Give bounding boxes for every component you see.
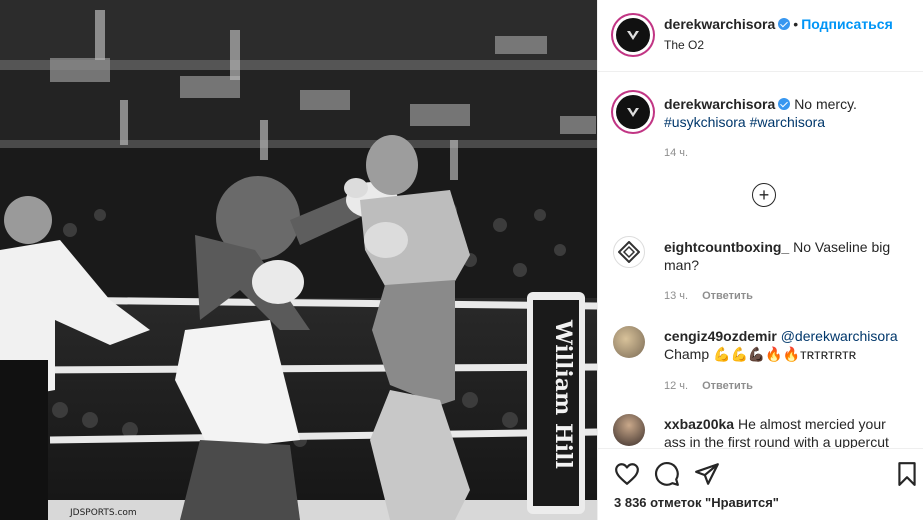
commenter-avatar[interactable] (613, 326, 645, 358)
header-line: derekwarchisora • Подписаться (664, 16, 893, 32)
caption-time: 14 ч. (664, 147, 689, 159)
logo-icon (627, 108, 639, 117)
commenter-avatar[interactable] (613, 414, 645, 446)
header-separator: • (793, 16, 799, 32)
comment-body: xxbaz00ka He almost mercied your ass in … (664, 415, 909, 448)
ring-banner-text: William Hill (550, 319, 576, 469)
comment-meta: 12 ч. Ответить (664, 380, 753, 392)
comment-text: Champ 💪💪💪🏿🔥🔥ᴛʀᴛʀᴛʀᴛʀ (664, 346, 857, 362)
action-bar: 3 836 отметок "Нравится" (598, 448, 923, 520)
location-link[interactable]: The O2 (664, 38, 704, 52)
heart-icon[interactable] (614, 461, 640, 487)
commenter-avatar[interactable] (613, 236, 645, 268)
caption-text: No mercy. (794, 96, 857, 112)
plus-circle-icon[interactable]: + (752, 183, 776, 207)
post-header: derekwarchisora • Подписаться The O2 (598, 0, 923, 72)
comment-body: eightcountboxing_ No Vaseline big man? (664, 238, 909, 274)
reply-button[interactable]: Ответить (702, 290, 753, 302)
verified-badge-icon (778, 18, 791, 30)
follow-button[interactable]: Подписаться (801, 16, 893, 32)
post-caption: derekwarchisora No mercy. #usykchisora #… (664, 95, 909, 131)
diamond-logo-icon (618, 241, 640, 263)
boxing-photo-illustration: JDSPORTS.com William Hill (0, 0, 597, 520)
comment-icon[interactable] (654, 461, 680, 487)
likes-count[interactable]: 3 836 отметок "Нравится" (614, 495, 779, 510)
author-avatar[interactable] (613, 15, 653, 55)
caption-avatar[interactable] (613, 92, 653, 132)
comment-body: cengiz49ozdemir @derekwarchisora Champ 💪… (664, 327, 909, 363)
comment-mention[interactable]: @derekwarchisora (781, 328, 898, 344)
verified-badge-icon (778, 98, 791, 110)
comments-scroll-area[interactable]: derekwarchisora No mercy. #usykchisora #… (598, 72, 923, 448)
reply-button[interactable]: Ответить (702, 380, 753, 392)
comment-username[interactable]: eightcountboxing_ (664, 239, 789, 255)
comment-time: 13 ч. (664, 290, 689, 302)
bookmark-icon[interactable] (894, 461, 920, 487)
author-username[interactable]: derekwarchisora (664, 16, 775, 32)
post-sidebar: derekwarchisora • Подписаться The O2 derek… (597, 0, 923, 520)
post-photo[interactable]: JDSPORTS.com William Hill (0, 0, 597, 520)
comment-time: 12 ч. (664, 380, 689, 392)
paper-plane-icon[interactable] (694, 461, 720, 487)
caption-username[interactable]: derekwarchisora (664, 96, 775, 112)
apron-text: JDSPORTS.com (69, 508, 137, 518)
comment-meta: 13 ч. Ответить (664, 290, 753, 302)
caption-hashtags[interactable]: #usykchisora #warchisora (664, 114, 825, 130)
comment-username[interactable]: cengiz49ozdemir (664, 328, 777, 344)
comment-username[interactable]: xxbaz00ka (664, 416, 734, 432)
logo-icon (627, 31, 639, 40)
